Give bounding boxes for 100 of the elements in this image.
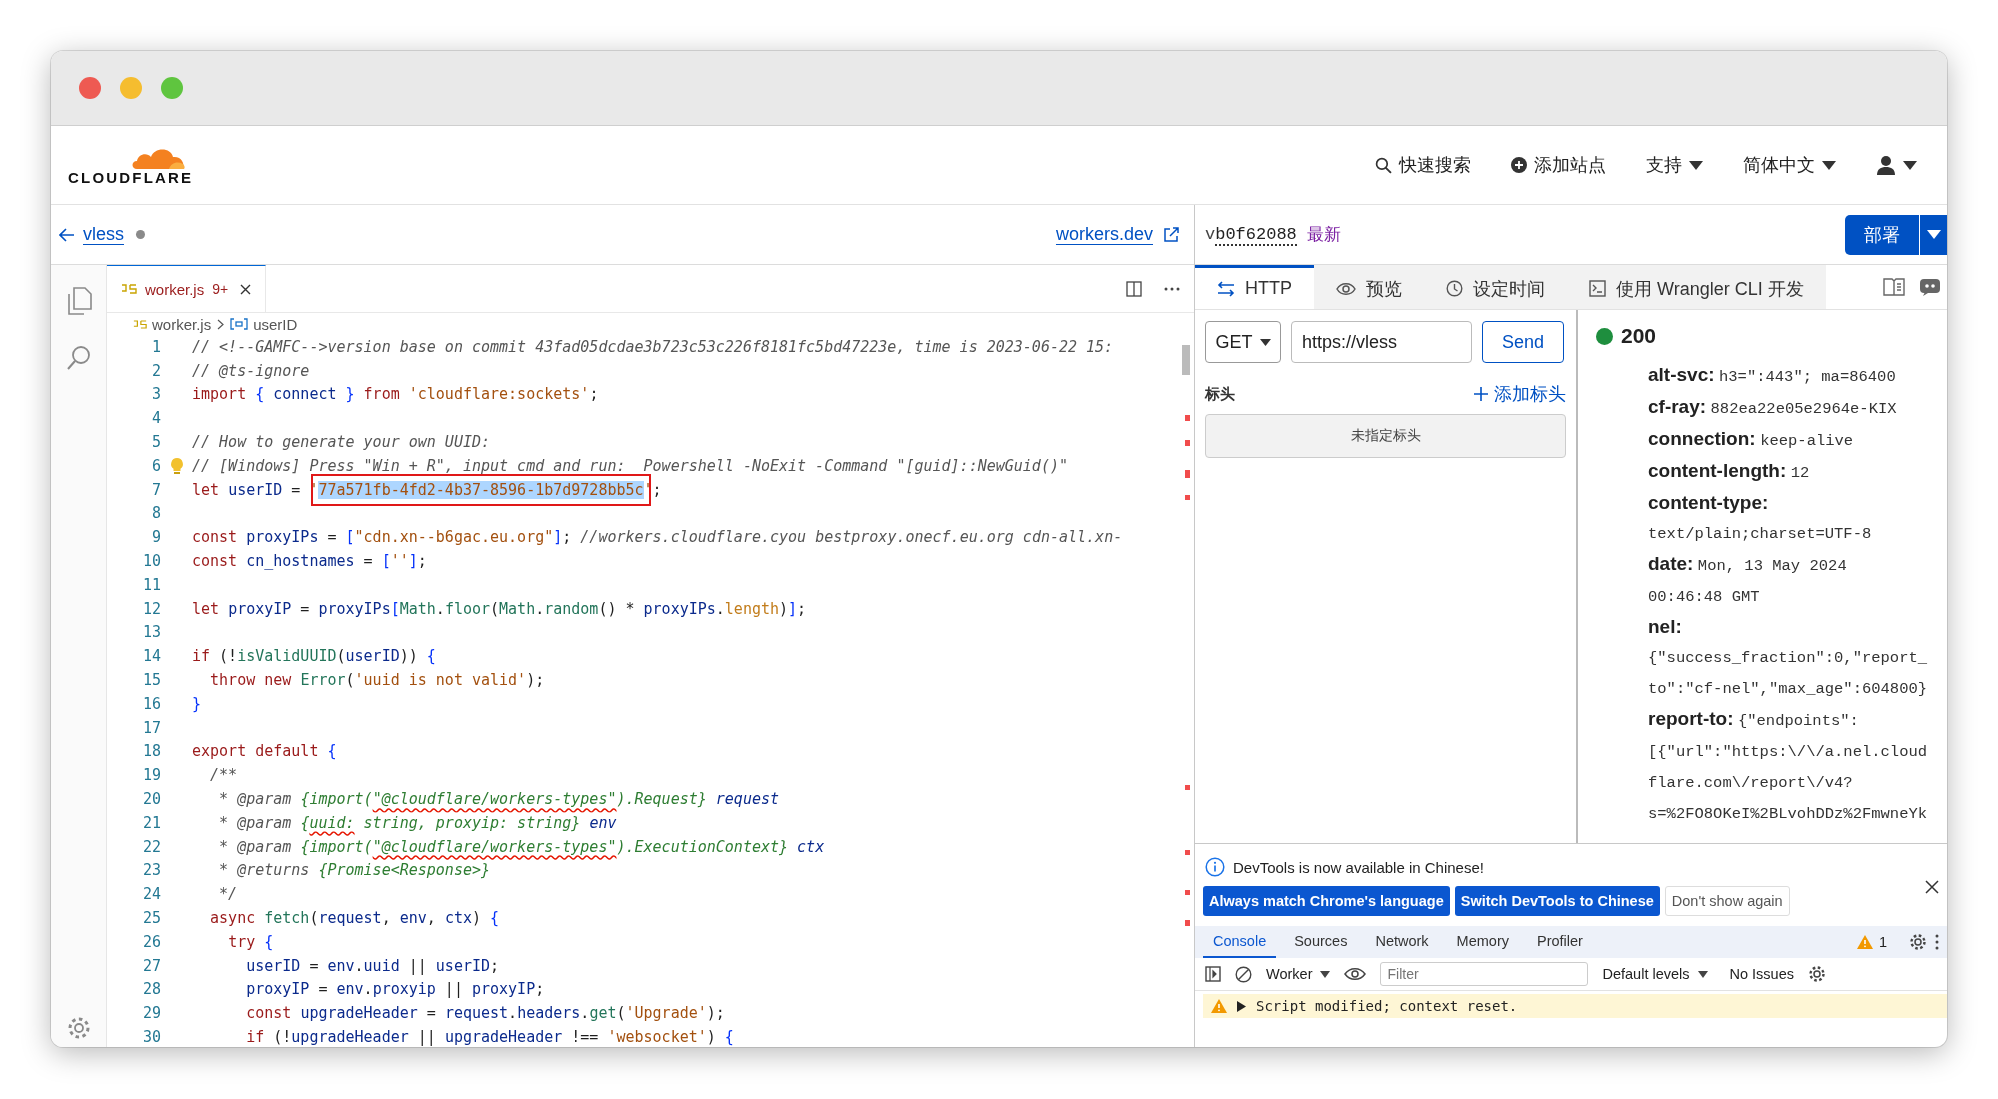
code-line: * @param {uuid: string, proxyip: string} env — [218, 813, 617, 832]
notice-button[interactable]: Always match Chrome's language — [1203, 886, 1450, 916]
line-number: 8 — [150, 504, 161, 523]
issues-label[interactable]: No Issues — [1729, 966, 1794, 982]
headers-label: 标头 — [1205, 384, 1235, 404]
devtools-tab[interactable]: Console — [1203, 926, 1277, 958]
preview-tab[interactable]: 预览 — [1314, 265, 1424, 309]
line-number: 5 — [150, 433, 161, 452]
preview-tab[interactable]: 设定时间 — [1424, 265, 1567, 309]
line-number: 14 — [141, 647, 161, 666]
eye-icon — [1336, 281, 1356, 296]
warning-icon — [1856, 935, 1873, 949]
message-text: Script modified; context reset. — [1256, 998, 1518, 1014]
devtools-tab[interactable]: Memory — [1446, 926, 1519, 958]
deploy-menu-button[interactable] — [1919, 214, 1947, 255]
preview-tab[interactable]: 使用 Wrangler CLI 开发 — [1567, 265, 1826, 309]
devtools-tab[interactable]: Profiler — [1526, 926, 1593, 958]
search-icon[interactable] — [65, 345, 92, 371]
caret-icon — [1903, 160, 1917, 170]
user-icon — [1876, 155, 1896, 175]
status-dot — [1596, 327, 1613, 345]
devtools-tab[interactable]: Network — [1365, 926, 1439, 958]
code-line: // <!--GAMFC-->version base on commit 43fad05dcdae3b723c53c226f8181fc5bd47223e, time is 2023-06-22 15: — [192, 337, 1114, 356]
chevron-icon — [217, 318, 225, 330]
response-header: report-to: {"endpoints":[{"url":"https:\/\/a.nel.cloudflare.com\/report\/v4?s=%2FO8OKeI%2BLvohDDz%2FmwneYk — [1648, 707, 1929, 825]
code-line: * @param {import("@cloudflare/workers-types").ExecutionContext} ctx — [218, 837, 825, 856]
book-icon[interactable] — [1883, 278, 1905, 296]
eye-icon[interactable] — [1344, 967, 1367, 981]
line-number: 30 — [141, 1028, 161, 1046]
caret-icon — [1689, 160, 1703, 170]
search-button[interactable]: 快速搜索 — [1375, 147, 1471, 183]
more-icon[interactable] — [1164, 286, 1180, 291]
method-dropdown[interactable]: GET — [1205, 321, 1281, 363]
back-link[interactable]: vless — [59, 224, 124, 245]
clear-icon[interactable] — [1235, 965, 1252, 983]
notice-button[interactable]: Don't show again — [1664, 886, 1790, 916]
preview-link[interactable]: workers.dev — [1055, 224, 1179, 245]
response-header: content-type: text/plain;charset=UTF-8 — [1648, 491, 1873, 545]
deploy-button[interactable]: 部署 — [1845, 214, 1919, 255]
settings-icon[interactable] — [1808, 965, 1826, 983]
add-header-link[interactable]: 添加标头 — [1474, 382, 1566, 406]
plus-icon — [1474, 387, 1488, 401]
close-icon[interactable] — [1925, 880, 1939, 894]
split-editor-icon[interactable] — [1126, 280, 1142, 297]
window-control-button[interactable] — [79, 77, 101, 99]
editor-tab[interactable]: worker.js 9+ — [107, 265, 267, 312]
code-line: throw new Error('uuid is not valid'); — [209, 671, 545, 690]
line-number: 9 — [150, 528, 161, 547]
status-code: 200 — [1621, 324, 1657, 348]
preview-tab[interactable]: HTTP — [1195, 265, 1314, 309]
code-line: const proxyIPs = ["cdn.xn--b6gac.eu.org"]; //workers.cloudflare.cyou bestproxy.onecf.eu.org cdn-all.xn- — [192, 528, 1123, 547]
filter-field[interactable]: Filter — [1380, 962, 1589, 986]
response-header: nel: {"success_fraction":0,"report_to":"cf-nel","max_age":604800} — [1648, 615, 1929, 700]
caret-icon — [1822, 160, 1836, 170]
context-dropdown[interactable]: Worker — [1266, 966, 1331, 982]
line-number: 26 — [141, 932, 161, 951]
response-header: content-length: 12 — [1648, 459, 1811, 484]
clock-icon — [1446, 280, 1463, 297]
caret-icon — [1259, 338, 1271, 346]
terminal-icon — [1589, 280, 1606, 297]
breadcrumb-item[interactable]: worker.js — [133, 315, 212, 333]
code-line: if (!isValidUUID(userID)) { — [192, 647, 436, 666]
more-icon[interactable] — [1935, 934, 1939, 950]
line-number: 7 — [150, 480, 161, 499]
code-line: import { connect } from 'cloudflare:sockets'; — [192, 385, 599, 404]
chat-icon[interactable] — [1919, 278, 1941, 296]
close-icon[interactable] — [240, 283, 252, 295]
line-number: 24 — [141, 885, 161, 904]
breadcrumb-item[interactable]: userID — [230, 315, 298, 333]
line-number: 6 — [150, 456, 161, 475]
warning-count[interactable]: 1 — [1856, 934, 1887, 950]
code-line: } — [192, 694, 202, 713]
levels-dropdown[interactable]: Default levels — [1602, 966, 1708, 982]
send-button[interactable]: Send — [1482, 321, 1564, 363]
settings-icon[interactable] — [1909, 933, 1927, 951]
caret-icon — [1926, 230, 1941, 239]
search-icon — [1375, 156, 1392, 174]
sidebar-toggle-icon[interactable] — [1205, 966, 1221, 982]
url-field[interactable]: https://vless — [1291, 321, 1472, 363]
line-number: 21 — [141, 813, 161, 832]
code-line: /** — [209, 766, 238, 785]
plus-circle-icon — [1511, 157, 1527, 173]
notice-button[interactable]: Switch DevTools to Chinese — [1454, 886, 1660, 916]
line-number: 19 — [141, 766, 161, 785]
code-line: // @ts-ignore — [192, 361, 310, 380]
version-label: vb0f62088 — [1205, 225, 1297, 244]
js-file-icon — [121, 284, 137, 294]
add-site-button[interactable]: 添加站点 — [1511, 147, 1606, 183]
expand-triangle-icon[interactable] — [1237, 1000, 1246, 1012]
line-number: 20 — [141, 790, 161, 809]
line-number: 17 — [141, 718, 161, 737]
code-line: try { — [227, 932, 274, 951]
line-number: 13 — [141, 623, 161, 642]
warning-icon — [1211, 999, 1227, 1013]
line-number: 25 — [141, 909, 161, 927]
devtools-tab[interactable]: Sources — [1284, 926, 1358, 958]
menu-dropdown[interactable]: 支持 — [1646, 147, 1703, 183]
code-line: export default { — [192, 742, 337, 761]
menu-dropdown[interactable]: 简体中文 — [1743, 147, 1836, 183]
cloudflare-logo[interactable]: CLOUDFLARE — [68, 144, 194, 186]
